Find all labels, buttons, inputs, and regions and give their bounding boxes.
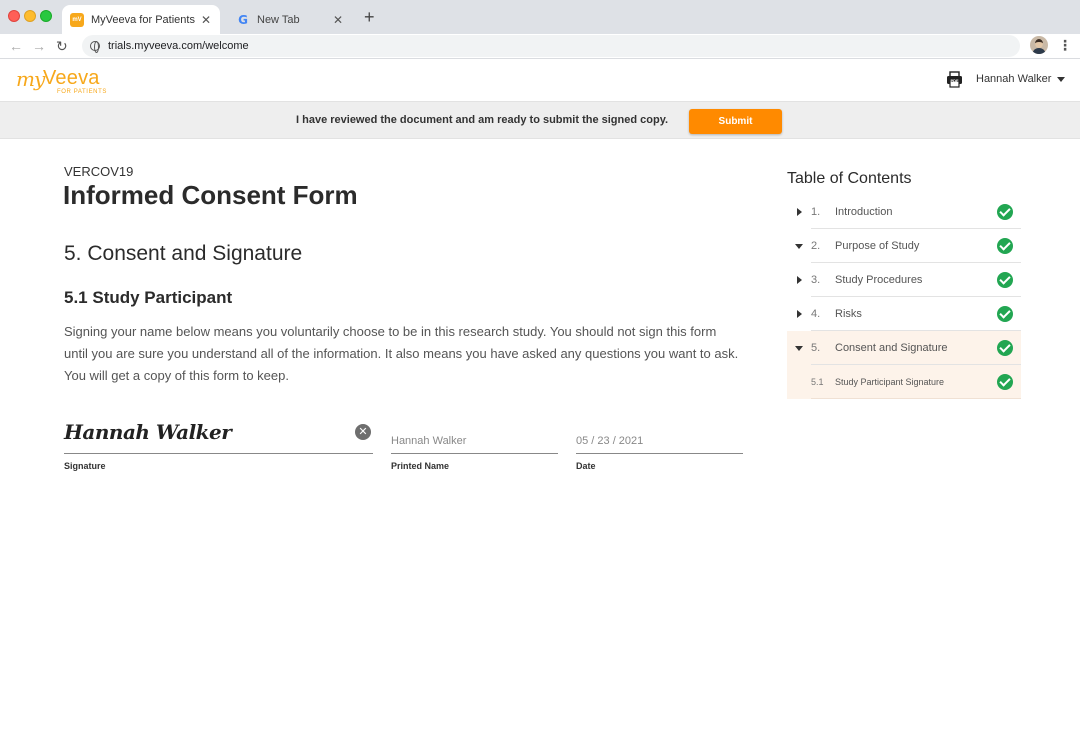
signature-label: Signature (64, 461, 106, 471)
clear-signature-icon[interactable]: ✕ (355, 424, 371, 440)
check-circle-icon (997, 237, 1013, 254)
browser-toolbar: ← → ↻ trials.myveeva.com/welcome ⋮ (0, 34, 1080, 58)
check-circle-icon (997, 203, 1013, 220)
toc-subitem-label: Study Participant Signature (835, 376, 945, 387)
toc-item-number: 4. (811, 307, 821, 320)
section-title: 5. Consent and Signature (64, 242, 303, 265)
signature-field[interactable]: Hannah Walker ✕ (64, 416, 373, 454)
pdf-label: PDF (951, 78, 960, 83)
toc-item-consent-and-signature[interactable]: 5. Consent and Signature (787, 331, 1021, 365)
close-icon[interactable]: ✕ (198, 13, 214, 27)
globe-icon (90, 41, 100, 53)
tab-title: New Tab (257, 13, 300, 26)
window-maximize-button[interactable] (40, 10, 52, 22)
user-name: Hannah Walker (976, 73, 1052, 85)
toc-item-introduction[interactable]: 1. Introduction (787, 195, 1021, 229)
myveeva-logo[interactable]: my Veeva FOR PATIENTS (16, 67, 116, 95)
check-circle-icon (997, 373, 1013, 390)
collapse-toggle-icon[interactable] (787, 243, 811, 249)
logo-tagline: FOR PATIENTS (57, 89, 107, 95)
subsection-title: 5.1 Study Participant (64, 288, 233, 307)
user-menu[interactable]: Hannah Walker (976, 73, 1066, 85)
expand-toggle-icon[interactable] (787, 208, 811, 216)
tab-title: MyVeeva for Patients (91, 13, 195, 26)
new-tab-button[interactable]: + (364, 8, 375, 26)
toc-item-label: Purpose of Study (835, 239, 920, 252)
study-code: VERCOV19 (64, 164, 134, 179)
expand-toggle-icon[interactable] (787, 310, 811, 318)
logo-my: my (16, 67, 45, 91)
expand-toggle-icon[interactable] (787, 276, 811, 284)
browser-menu-icon[interactable]: ⋮ (1058, 37, 1072, 53)
printed-name-field[interactable]: Hannah Walker (391, 416, 558, 454)
table-of-contents: 1. Introduction 2. Purpose of Study 3. S… (787, 195, 1021, 399)
toc-title: Table of Contents (787, 170, 912, 187)
reload-icon[interactable]: ↻ (56, 37, 68, 55)
pdf-print-icon[interactable]: PDF (946, 71, 963, 88)
toc-item-number: 1. (811, 205, 821, 218)
profile-avatar[interactable] (1030, 36, 1048, 54)
window-close-button[interactable] (8, 10, 20, 22)
google-icon: G (238, 12, 248, 27)
signature-image: Hannah Walker (64, 420, 232, 444)
chevron-down-icon (1057, 76, 1066, 82)
banner-message: I have reviewed the document and am read… (296, 114, 669, 126)
toc-item-number: 3. (811, 273, 821, 286)
date-label: Date (576, 461, 596, 471)
myveeva-icon: mV (70, 12, 84, 27)
page-title: Informed Consent Form (63, 180, 358, 210)
consent-body-text: Signing your name below means you volunt… (64, 324, 739, 383)
printed-name-label: Printed Name (391, 461, 450, 471)
toc-item-label: Study Procedures (835, 273, 923, 286)
submit-banner: I have reviewed the document and am read… (0, 101, 1080, 139)
close-icon[interactable]: ✕ (330, 13, 346, 27)
logo-veeva: Veeva (43, 67, 100, 89)
browser-tab-new-tab[interactable]: G New Tab ✕ (228, 5, 352, 34)
toc-item-label: Introduction (835, 205, 893, 218)
forward-arrow-icon[interactable]: → (32, 37, 46, 55)
window-minimize-button[interactable] (24, 10, 36, 22)
submit-button[interactable]: Submit (689, 109, 782, 134)
toc-item-purpose-of-study[interactable]: 2. Purpose of Study (787, 229, 1021, 263)
date-value: 05 / 23 / 2021 (576, 435, 644, 447)
app-header: my Veeva FOR PATIENTS PDF Hannah Walker (0, 59, 1080, 101)
check-circle-icon (997, 305, 1013, 322)
toc-item-risks[interactable]: 4. Risks (787, 297, 1021, 331)
back-arrow-icon[interactable]: ← (9, 37, 23, 55)
check-circle-icon (997, 271, 1013, 288)
printed-name-value: Hannah Walker (391, 435, 467, 447)
toc-subitem-study-participant-signature[interactable]: 5.1 Study Participant Signature (787, 365, 1021, 399)
toc-item-number: 2. (811, 239, 821, 252)
toc-item-label: Consent and Signature (835, 341, 948, 354)
toc-item-number: 5. (811, 341, 821, 354)
browser-tab-myveeva[interactable]: mV MyVeeva for Patients ✕ (62, 5, 220, 34)
toc-item-study-procedures[interactable]: 3. Study Procedures (787, 263, 1021, 297)
toc-subitem-number: 5.1 (811, 376, 824, 387)
check-circle-icon (997, 339, 1013, 356)
date-field[interactable]: 05 / 23 / 2021 (576, 416, 743, 454)
url-text[interactable]: trials.myveeva.com/welcome (108, 40, 249, 52)
toc-item-label: Risks (835, 307, 862, 320)
browser-tab-strip: mV MyVeeva for Patients ✕ G New Tab ✕ + (0, 0, 1080, 34)
collapse-toggle-icon[interactable] (787, 345, 811, 351)
address-bar[interactable]: trials.myveeva.com/welcome (82, 35, 1020, 57)
